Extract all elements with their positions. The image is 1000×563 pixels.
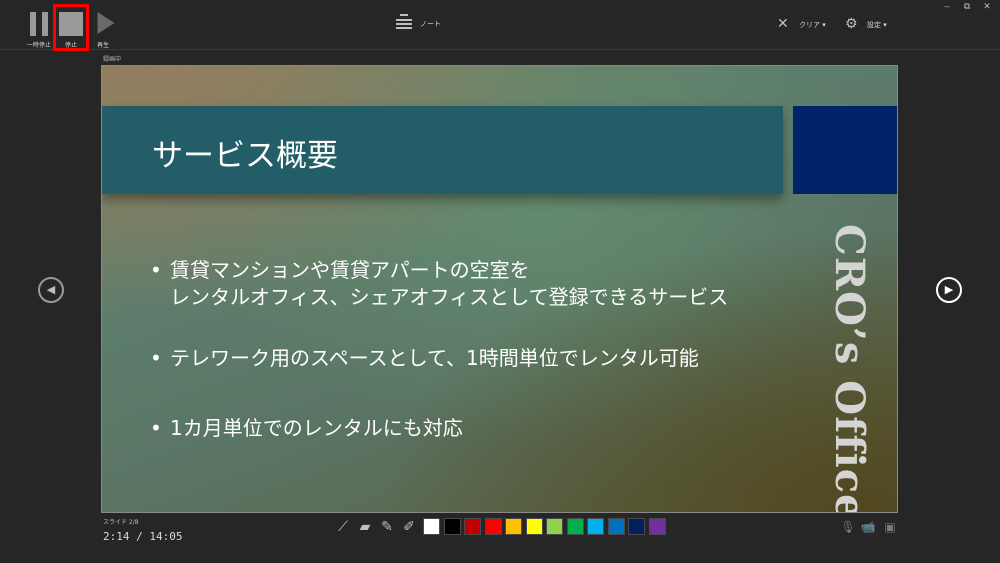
notes-icon [396, 14, 412, 32]
slide-canvas: サービス概要 CRO’s Office • 賃貸マンションや賃貸アパートの空室を… [101, 65, 898, 513]
recording-status: 録画中 [103, 56, 122, 63]
pen-color-swatch[interactable] [484, 518, 502, 535]
chevron-right-icon: ▶ [944, 283, 954, 296]
next-slide-button[interactable]: ▶ [936, 277, 962, 303]
pen-color-swatch[interactable] [628, 518, 645, 535]
play-label: 再生 [96, 42, 109, 49]
camera-icon[interactable]: 📹 [860, 518, 876, 536]
eraser-icon[interactable]: ▰ [356, 517, 374, 537]
chevron-left-icon: ◀ [46, 283, 56, 296]
camera-preview-icon[interactable]: ▣ [882, 518, 898, 536]
previous-slide-button[interactable]: ◀ [38, 277, 64, 303]
highlighter-icon[interactable]: ✐ [400, 517, 418, 537]
bullet-marker: • [150, 346, 162, 370]
recording-toolbar: ‒ ⧉ ✕ 一時停止 停止 再生 ノート ✕ クリア ▾ ⚙ 設定 ▾ [0, 0, 1000, 51]
pause-icon [29, 12, 49, 36]
bullet-marker: • [150, 416, 162, 440]
brand-text: CRO’s Office [826, 224, 873, 513]
stop-button-highlight [53, 4, 89, 51]
restore-icon[interactable]: ⧉ [960, 2, 974, 12]
pen-color-swatch[interactable] [546, 518, 563, 535]
bullet-text: 1カ月単位でのレンタルにも対応 [170, 416, 463, 440]
bullet-text: 賃貸マンションや賃貸アパートの空室を [170, 258, 530, 282]
microphone-icon[interactable]: 🎙 [840, 518, 856, 536]
eraser-x-icon: ✕ [777, 16, 789, 32]
slide-info: スライド 2/8 2:14 / 14:05 [103, 517, 182, 543]
bullet-marker: • [150, 258, 162, 282]
pen-color-swatch[interactable] [464, 518, 481, 535]
bullet-text: レンタルオフィス、シェアオフィスとして登録できるサービス [170, 285, 729, 309]
pen-color-swatch[interactable] [587, 518, 604, 535]
settings-icon: ⚙ [845, 16, 858, 32]
clear-label: クリア ▾ [799, 21, 826, 29]
play-icon [97, 12, 115, 34]
bullet-text: テレワーク用のスペースとして、1時間単位でレンタル可能 [170, 346, 699, 370]
pen-color-swatch[interactable] [648, 518, 666, 535]
pause-label: 一時停止 [26, 42, 51, 49]
play-button[interactable]: 再生 [86, 8, 120, 49]
slide-title: サービス概要 [152, 138, 338, 174]
settings-label: 設定 ▾ [867, 21, 887, 29]
navy-accent-block [793, 106, 897, 194]
title-band: サービス概要 [102, 106, 783, 194]
pen-color-swatch[interactable] [566, 518, 584, 535]
pen-color-swatch[interactable] [423, 518, 440, 535]
pause-button[interactable]: 一時停止 [22, 8, 56, 49]
pen-icon[interactable]: ✎ [378, 517, 396, 537]
laser-pointer-icon[interactable]: ⟋ [334, 517, 352, 537]
pen-color-swatch[interactable] [443, 518, 461, 535]
pen-color-swatch[interactable] [505, 518, 522, 535]
recording-timer: 2:14 / 14:05 [103, 530, 183, 543]
pen-color-swatch[interactable] [525, 518, 543, 535]
pen-color-swatch[interactable] [607, 518, 625, 535]
close-icon[interactable]: ✕ [980, 2, 994, 12]
minimize-icon[interactable]: ‒ [940, 2, 954, 12]
notes-label: ノート [420, 20, 441, 28]
slide-number: スライド 2/8 [103, 519, 139, 526]
